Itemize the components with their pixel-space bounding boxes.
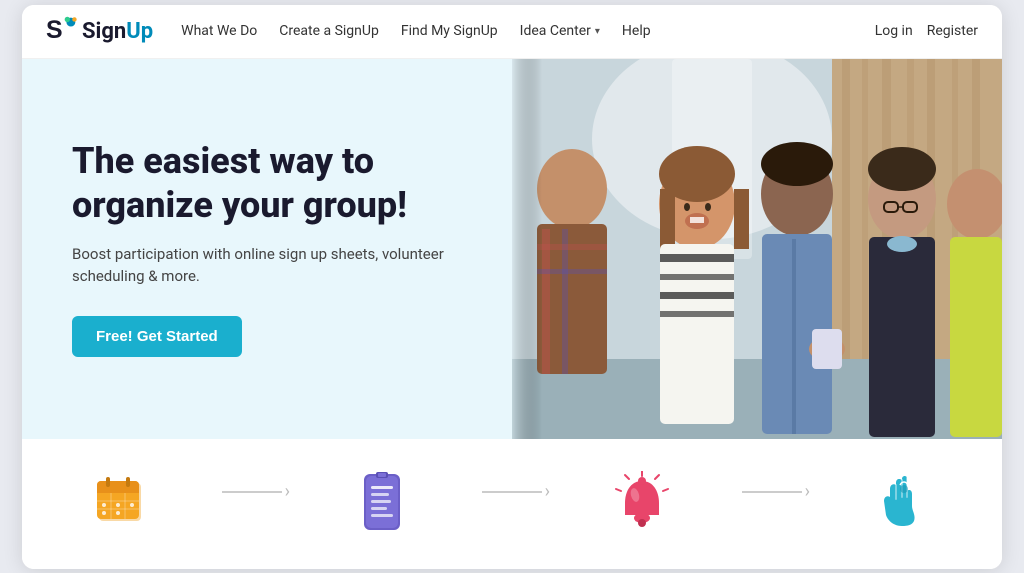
cta-button[interactable]: Free! Get Started xyxy=(72,316,242,357)
step-2 xyxy=(282,467,482,545)
calendar-icon xyxy=(93,473,151,531)
arrow-1 xyxy=(222,491,282,493)
navbar: S SignUp What We Do Create a SignUp Find… xyxy=(22,5,1002,59)
nav-help[interactable]: Help xyxy=(622,23,651,39)
nav-links: What We Do Create a SignUp Find My SignU… xyxy=(181,23,875,39)
step-2-icon-wrap xyxy=(347,467,417,537)
bell-icon xyxy=(613,471,671,533)
nav-create-signup[interactable]: Create a SignUp xyxy=(279,23,379,39)
hero-subtitle: Boost participation with online sign up … xyxy=(72,243,462,288)
hero-title: The easiest way to organize your group! xyxy=(72,140,462,226)
nav-what-we-do[interactable]: What We Do xyxy=(181,23,257,39)
step-1-icon-wrap xyxy=(87,467,157,537)
nav-idea-center-label: Idea Center xyxy=(520,23,591,39)
logo[interactable]: S SignUp xyxy=(46,15,153,47)
steps-row xyxy=(22,467,1002,545)
hero-image xyxy=(512,59,1002,439)
list-icon xyxy=(356,472,408,532)
idea-center-chevron-icon: ▾ xyxy=(595,26,600,37)
hand-icon xyxy=(874,471,930,533)
step-1 xyxy=(22,467,222,545)
arrow-3 xyxy=(742,491,802,493)
nav-find-signup[interactable]: Find My SignUp xyxy=(401,23,498,39)
svg-text:S: S xyxy=(46,16,63,44)
hero-left: The easiest way to organize your group! … xyxy=(22,59,512,439)
hero-right xyxy=(512,59,1002,439)
step-3-icon-wrap xyxy=(607,467,677,537)
login-link[interactable]: Log in xyxy=(875,23,913,39)
step-4 xyxy=(802,467,1002,545)
step-4-icon-wrap xyxy=(867,467,937,537)
logo-text: SignUp xyxy=(82,19,153,44)
page-wrapper: S SignUp What We Do Create a SignUp Find… xyxy=(22,5,1002,569)
step-3 xyxy=(542,467,742,545)
bottom-steps-section xyxy=(22,439,1002,569)
hero-section: The easiest way to organize your group! … xyxy=(22,59,1002,439)
arrow-2 xyxy=(482,491,542,493)
logo-icon: S xyxy=(46,15,78,47)
register-link[interactable]: Register xyxy=(927,23,978,39)
auth-links: Log in Register xyxy=(875,23,978,39)
nav-idea-center[interactable]: Idea Center ▾ xyxy=(520,23,600,39)
